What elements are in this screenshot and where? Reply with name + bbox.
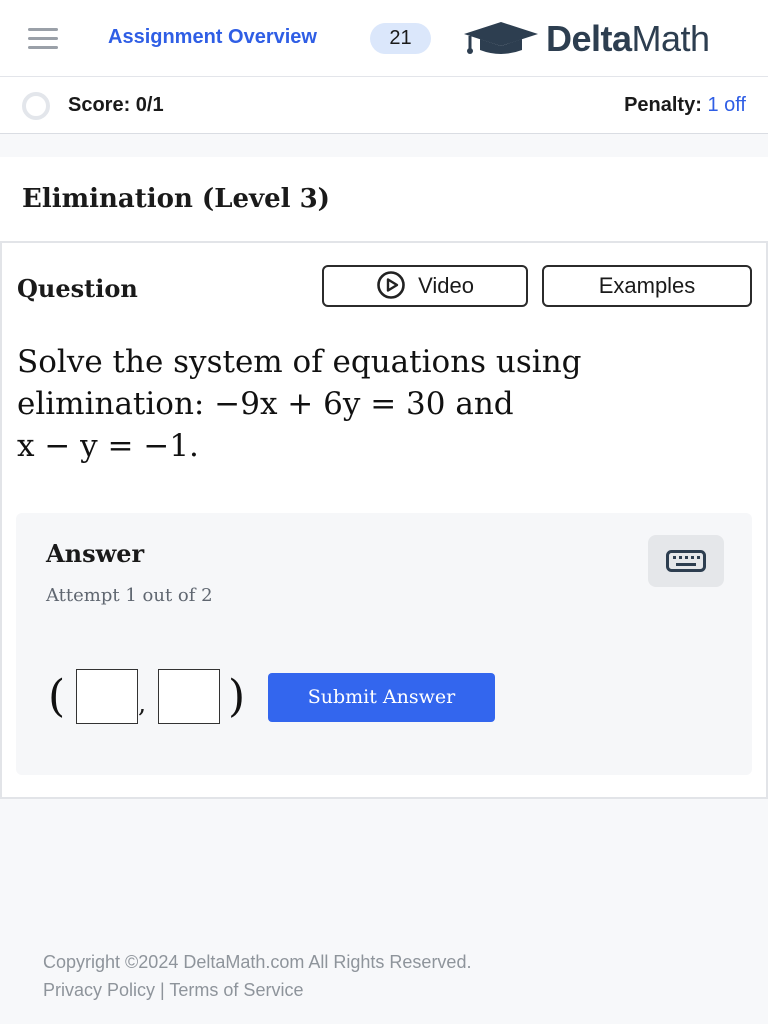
keyboard-toggle-button[interactable] [648,535,724,587]
question-joiner: and [455,386,514,422]
terms-of-service-link[interactable]: Terms of Service [169,980,303,1000]
penalty-value[interactable]: 1 off [707,94,746,116]
top-bar: Assignment Overview 21 DeltaMath [0,0,768,77]
question-line-1: Solve the system of equations using [17,344,582,380]
logo-text-math: Math [631,18,711,59]
penalty-info: Penalty: 1 off [624,94,746,117]
answer-title: Answer [46,539,145,568]
question-prefix: elimination: [17,386,205,422]
answer-comma: , [138,689,147,719]
submit-answer-button[interactable]: Submit Answer [268,673,495,722]
assignment-count-badge[interactable]: 21 [370,23,431,54]
graduation-cap-icon [464,22,538,54]
privacy-policy-link[interactable]: Privacy Policy [43,980,155,1000]
copyright-text: Copyright ©2024 DeltaMath.com All Rights… [43,952,472,972]
score-progress-circle [22,92,50,120]
answer-panel: Answer Attempt 1 out of 2 ( , ) Submit A… [16,513,752,775]
question-text: Solve the system of equations using elim… [17,341,737,467]
equation-2: x − y = −1. [17,428,199,464]
logo-text-delta: Delta [546,18,632,59]
answer-input-x[interactable] [76,669,138,724]
question-line-2: elimination: −9x + 6y = 30 and [17,383,737,425]
score-bar: Score: 0/1 Penalty: 1 off [0,77,768,134]
answer-input-y[interactable] [158,669,220,724]
play-circle-icon [377,271,405,299]
problem-title-band: Elimination (Level 3) [0,157,768,241]
question-card: Question Video Examples Solve the system… [0,241,768,799]
score-label: Score: 0/1 [68,94,164,116]
video-button[interactable]: Video [322,265,528,307]
penalty-label: Penalty: [624,94,702,116]
problem-title: Elimination (Level 3) [22,184,330,214]
question-label: Question [17,274,138,303]
close-paren: ) [228,671,246,722]
assignment-overview-link[interactable]: Assignment Overview [108,26,317,49]
hamburger-icon[interactable] [28,28,58,50]
attempt-counter: Attempt 1 out of 2 [46,585,213,606]
footer: Copyright ©2024 DeltaMath.com All Rights… [43,948,471,1004]
video-button-label: Video [418,273,474,298]
equation-1: −9x + 6y = 30 [214,386,446,422]
examples-button[interactable]: Examples [542,265,752,307]
footer-separator: | [160,980,165,1000]
open-paren: ( [48,671,66,722]
keyboard-icon [666,550,706,572]
